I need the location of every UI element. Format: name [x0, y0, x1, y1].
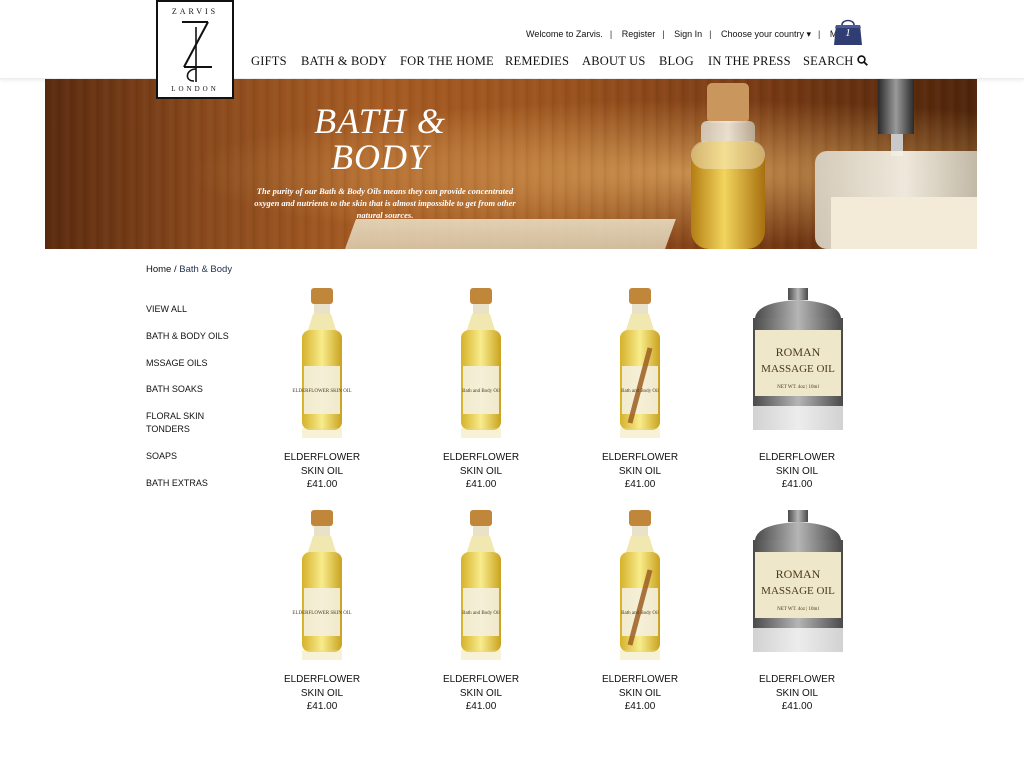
- product-image[interactable]: Bath and Body Oil: [570, 510, 710, 660]
- product-price: £41.00: [781, 479, 813, 490]
- sidebar-item-bath-body-oils[interactable]: BATH & BODY OILS: [146, 330, 246, 343]
- product-image[interactable]: ROMAN MASSAGE OIL NET WT. 4oz | 10ml: [727, 288, 867, 438]
- breadcrumb: Home / Bath & Body: [146, 264, 232, 275]
- banner-bottles-image: [691, 79, 977, 249]
- nav-bath-body[interactable]: BATH & BODY: [301, 54, 387, 69]
- bath-body-oil-botanical-bottle-image: Bath and Body Oil: [620, 288, 660, 438]
- product-name[interactable]: ELDERFLOWER SKIN OIL: [600, 673, 680, 700]
- product-price: £41.00: [465, 701, 497, 712]
- search-icon: [856, 55, 868, 70]
- product-name[interactable]: ELDERFLOWER SKIN OIL: [282, 673, 362, 700]
- product-card[interactable]: Bath and Body Oil ELDERFLOWER SKIN OIL £41…: [570, 288, 710, 490]
- product-price: £41.00: [624, 479, 656, 490]
- product-card[interactable]: ROMAN MASSAGE OIL NET WT. 4oz | 10ml ELDERF…: [727, 288, 867, 490]
- product-name[interactable]: ELDERFLOWER SKIN OIL: [282, 451, 362, 478]
- product-card[interactable]: ELDERFLOWER SKIN OIL ELDERFLOWER SKIN OIL…: [252, 510, 392, 712]
- product-name[interactable]: ELDERFLOWER SKIN OIL: [757, 451, 837, 478]
- breadcrumb-home[interactable]: Home: [146, 264, 171, 275]
- product-label-weight: NET WT. 4oz | 10ml: [777, 607, 819, 612]
- nav-about-us[interactable]: ABOUT US: [582, 54, 646, 69]
- register-link[interactable]: Register: [622, 29, 656, 39]
- bath-body-oil-bottle-image: Bath and Body Oil: [461, 510, 501, 660]
- product-label-line: Bath and Body Oil: [621, 389, 659, 394]
- nav-remedies[interactable]: REMEDIES: [505, 54, 569, 69]
- sidebar-item-soaps[interactable]: SOAPS: [146, 450, 246, 463]
- banner-title: BATH & BODY: [285, 103, 475, 175]
- product-price: £41.00: [306, 479, 338, 490]
- product-image[interactable]: Bath and Body Oil: [570, 288, 710, 438]
- logo-monogram-icon: [182, 21, 212, 82]
- elderflower-bottle-image: ELDERFLOWER SKIN OIL: [292, 510, 352, 660]
- product-card[interactable]: Bath and Body Oil ELDERFLOWER SKIN OIL £41…: [411, 510, 551, 712]
- product-label-line: ROMAN: [776, 567, 821, 581]
- bath-body-oil-botanical-bottle-image: Bath and Body Oil: [620, 510, 660, 660]
- banner-text: The purity of our Bath & Body Oils means…: [254, 186, 516, 220]
- product-label-line: ROMAN: [776, 345, 821, 359]
- sidebar-item-view-all[interactable]: VIEW ALL: [146, 303, 246, 316]
- product-name[interactable]: ELDERFLOWER SKIN OIL: [441, 673, 521, 700]
- sidebar-item-massage-oils[interactable]: MSSAGE OILS: [146, 357, 246, 370]
- product-image[interactable]: ELDERFLOWER SKIN OIL: [252, 288, 392, 438]
- shopping-bag-icon[interactable]: 1: [833, 17, 863, 46]
- product-info: ELDERFLOWER SKIN OIL £41.00: [252, 673, 392, 714]
- product-label-line: ELDERFLOWER SKIN OIL: [292, 389, 351, 394]
- bath-body-oil-bottle-image: Bath and Body Oil: [461, 288, 501, 438]
- sidebar-item-bath-soaks[interactable]: BATH SOAKS: [146, 383, 246, 396]
- nav-blog[interactable]: BLOG: [659, 54, 694, 69]
- product-image[interactable]: Bath and Body Oil: [411, 288, 551, 438]
- product-label-line: MASSAGE OIL: [761, 363, 835, 375]
- elderflower-bottle-image: ELDERFLOWER SKIN OIL: [292, 288, 352, 438]
- product-image[interactable]: ELDERFLOWER SKIN OIL: [252, 510, 392, 660]
- product-info: ELDERFLOWER SKIN OIL £41.00: [727, 673, 867, 714]
- product-card[interactable]: ROMAN MASSAGE OIL NET WT. 4oz | 10ml ELDERF…: [727, 510, 867, 712]
- nav-for-the-home[interactable]: FOR THE HOME: [400, 54, 494, 69]
- brand-logo[interactable]: ZARVIS LONDON: [156, 0, 234, 99]
- sign-in-link[interactable]: Sign In: [674, 29, 702, 39]
- massage-oil-tin-image: ROMAN MASSAGE OIL NET WT. 4oz | 10ml: [753, 510, 843, 652]
- product-price: £41.00: [781, 701, 813, 712]
- product-card[interactable]: ELDERFLOWER SKIN OIL ELDERFLOWER SKIN OIL…: [252, 288, 392, 490]
- product-label-weight: NET WT. 4oz | 10ml: [777, 385, 819, 390]
- product-price: £41.00: [624, 701, 656, 712]
- site-header: Welcome to Zarvis. | Register | Sign In | C…: [0, 0, 1024, 79]
- product-label-line: Bath and Body Oil: [621, 611, 659, 616]
- top-links: Welcome to Zarvis. | Register | Sign In | C…: [526, 29, 860, 40]
- product-name[interactable]: ELDERFLOWER SKIN OIL: [441, 451, 521, 478]
- product-label-line: Bath and Body Oil: [462, 611, 500, 616]
- product-price: £41.00: [306, 701, 338, 712]
- nav-search-label: SEARCH: [803, 54, 854, 68]
- product-label-line: MASSAGE OIL: [761, 585, 835, 597]
- country-selector[interactable]: Choose your country ▾: [721, 29, 811, 39]
- bag-count: 1: [845, 27, 851, 39]
- product-info: ELDERFLOWER SKIN OIL £41.00: [411, 673, 551, 714]
- product-info: ELDERFLOWER SKIN OIL £41.00: [411, 451, 551, 492]
- logo-bottom-text: LONDON: [171, 85, 219, 93]
- product-info: ELDERFLOWER SKIN OIL £41.00: [570, 451, 710, 492]
- product-image[interactable]: ROMAN MASSAGE OIL NET WT. 4oz | 10ml: [727, 510, 867, 660]
- product-name[interactable]: ELDERFLOWER SKIN OIL: [600, 451, 680, 478]
- hero-banner: BATH & BODY The purity of our Bath & Body…: [45, 79, 977, 249]
- massage-oil-tin-image: ROMAN MASSAGE OIL NET WT. 4oz | 10ml: [753, 288, 843, 430]
- sidebar-item-bath-extras[interactable]: BATH EXTRAS: [146, 477, 246, 490]
- product-image[interactable]: Bath and Body Oil: [411, 510, 551, 660]
- welcome-text: Welcome to Zarvis.: [526, 29, 603, 39]
- nav-in-the-press[interactable]: IN THE PRESS: [708, 54, 791, 69]
- product-label-line: Bath and Body Oil: [462, 389, 500, 394]
- product-info: ELDERFLOWER SKIN OIL £41.00: [570, 673, 710, 714]
- nav-gifts[interactable]: GIFTS: [251, 54, 287, 69]
- nav-search[interactable]: SEARCH: [803, 54, 868, 70]
- product-info: ELDERFLOWER SKIN OIL £41.00: [727, 451, 867, 492]
- sidebar-item-floral-skin-toners[interactable]: FLORAL SKIN TONDERS: [146, 410, 206, 436]
- product-price: £41.00: [465, 479, 497, 490]
- banner-title-line2: BODY: [330, 137, 429, 177]
- product-name[interactable]: ELDERFLOWER SKIN OIL: [757, 673, 837, 700]
- banner-title-line1: BATH &: [314, 101, 446, 141]
- product-info: ELDERFLOWER SKIN OIL £41.00: [252, 451, 392, 492]
- logo-top-text: ZARVIS: [171, 7, 219, 16]
- breadcrumb-current: Bath & Body: [179, 264, 233, 275]
- product-card[interactable]: Bath and Body Oil ELDERFLOWER SKIN OIL £41…: [570, 510, 710, 712]
- product-card[interactable]: Bath and Body Oil ELDERFLOWER SKIN OIL £41…: [411, 288, 551, 490]
- product-label-line: ELDERFLOWER SKIN OIL: [292, 611, 351, 616]
